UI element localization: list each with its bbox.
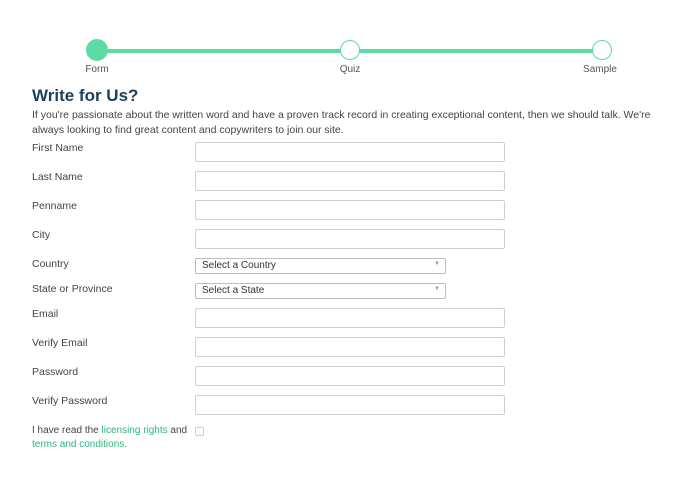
penname-label: Penname [32,200,77,212]
step-sample-indicator[interactable] [592,40,612,60]
terms-checkbox[interactable] [195,427,204,436]
state-selected-value: Select a State [202,285,265,296]
state-select[interactable]: Select a State ▼ [195,283,446,299]
verify-email-row: Verify Email [32,337,512,359]
terms-middle: and [167,425,188,436]
terms-prefix: I have read the [32,425,102,436]
progress-stepper: Form Quiz Sample [0,0,700,80]
email-label: Email [32,308,59,320]
first-name-row: First Name [32,142,512,164]
terms-statement: I have read the licensing rights and ter… [32,424,192,452]
country-selected-value: Select a Country [202,260,276,271]
email-row: Email [32,308,512,330]
city-label: City [32,229,51,241]
last-name-label: Last Name [32,171,83,183]
terms-and-conditions-link[interactable]: terms and conditions. [32,439,127,450]
last-name-row: Last Name [32,171,512,193]
step-form-label: Form [85,64,109,75]
step-connector [350,49,603,53]
intro-text: If you're passionate about the written w… [32,109,651,136]
password-label: Password [32,366,79,378]
penname-input[interactable] [195,200,505,220]
state-row: State or Province Select a State ▼ [32,283,512,305]
chevron-down-icon: ▼ [434,286,440,292]
page-title: Write for Us? [32,86,139,105]
licensing-rights-link[interactable]: licensing rights [102,425,168,436]
country-select[interactable]: Select a Country ▼ [195,258,446,274]
last-name-input[interactable] [195,171,505,191]
first-name-label: First Name [32,142,84,154]
password-row: Password [32,366,512,388]
country-label: Country [32,258,69,270]
step-form-indicator[interactable] [86,39,108,61]
verify-password-row: Verify Password [32,395,512,417]
first-name-input[interactable] [195,142,505,162]
verify-password-label: Verify Password [32,395,108,407]
email-input[interactable] [195,308,505,328]
country-row: Country Select a Country ▼ [32,258,512,280]
city-input[interactable] [195,229,505,249]
verify-password-input[interactable] [195,395,505,415]
city-row: City [32,229,512,251]
step-sample-label: Sample [583,64,617,75]
step-quiz-indicator[interactable] [340,40,360,60]
step-connector [97,49,350,53]
password-input[interactable] [195,366,505,386]
step-quiz-label: Quiz [339,64,361,75]
state-label: State or Province [32,283,113,295]
verify-email-label: Verify Email [32,337,88,349]
chevron-down-icon: ▼ [434,261,440,267]
penname-row: Penname [32,200,512,222]
verify-email-input[interactable] [195,337,505,357]
